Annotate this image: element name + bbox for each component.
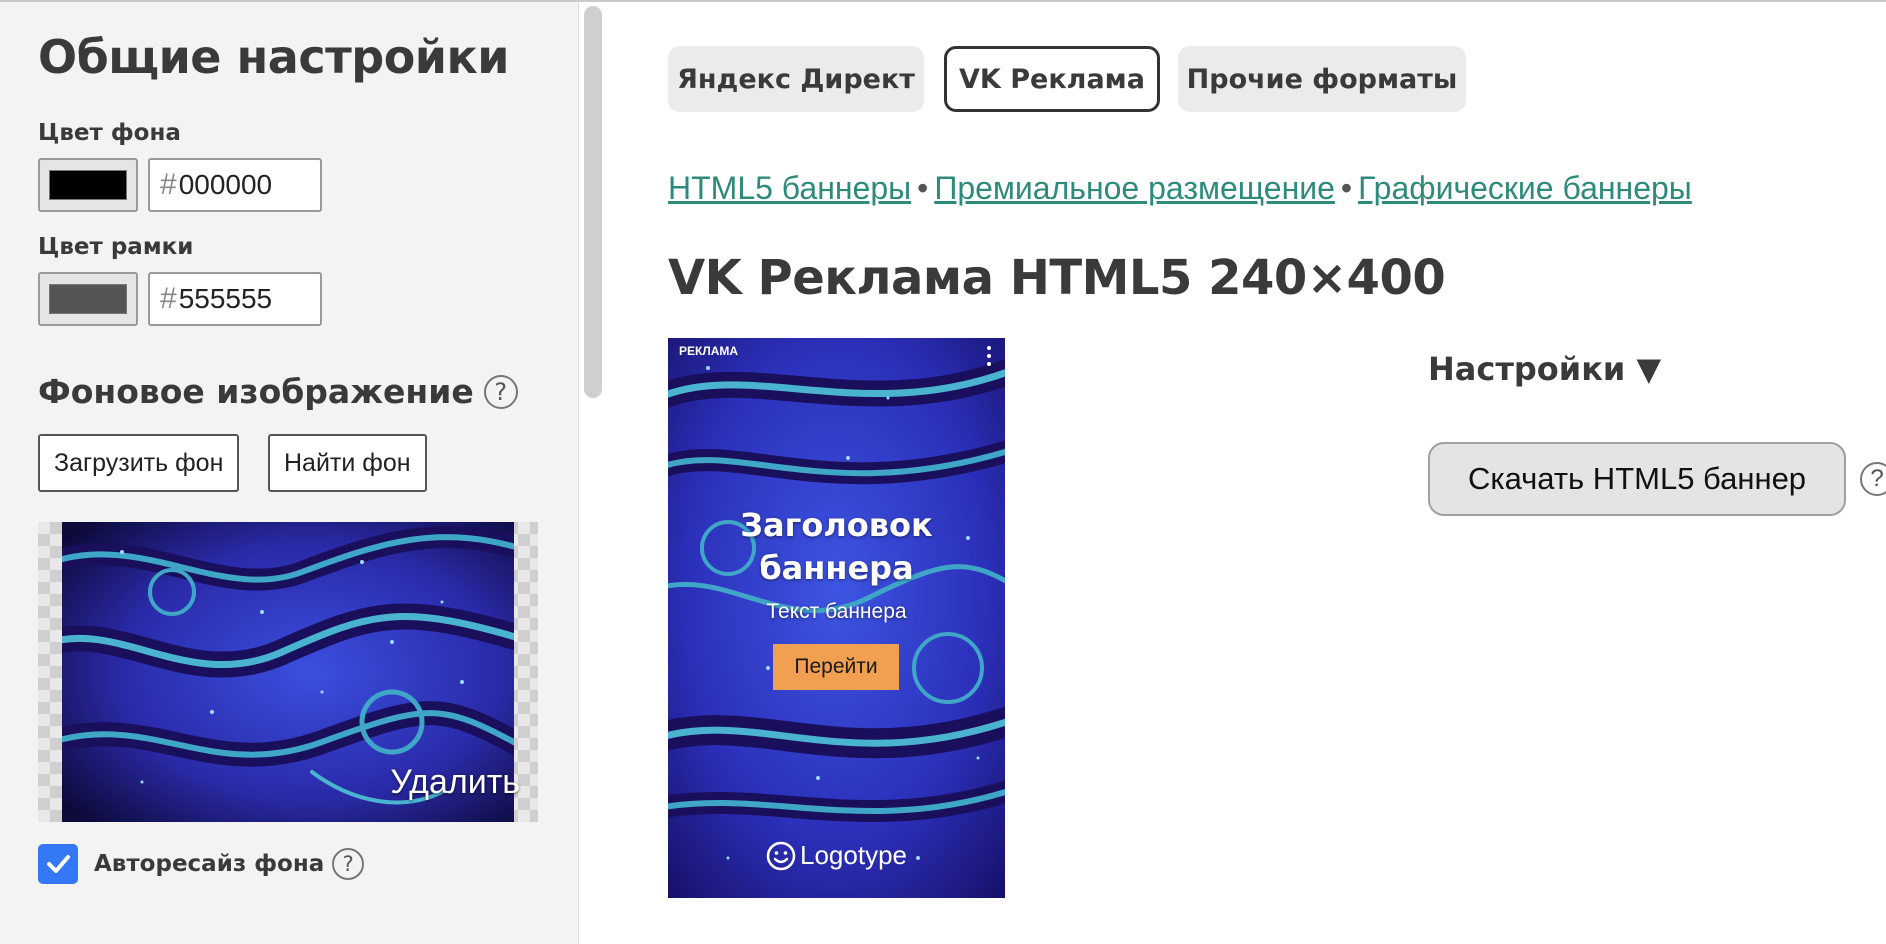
check-icon xyxy=(47,855,70,873)
format-links: HTML5 баннеры • Премиальное размещение • Гра… xyxy=(668,170,1692,207)
banner-text: Текст баннера xyxy=(766,600,907,623)
sidebar-title: Общие настройки xyxy=(38,30,510,84)
help-icon[interactable]: ? xyxy=(483,374,518,409)
app-root: Общие настройки Цвет фона # 000000 Цвет … xyxy=(0,0,1886,944)
tab-vk-reklama[interactable]: VK Реклама xyxy=(944,46,1160,112)
border-color-value: 555555 xyxy=(178,283,273,314)
autoresize-label-wrap: Авторесайз фона ? xyxy=(94,848,365,880)
link-graphic-banners[interactable]: Графические баннеры xyxy=(1358,170,1692,206)
bg-image-preview: Удалить xyxy=(38,522,538,822)
border-color-swatch[interactable] xyxy=(38,272,138,326)
link-separator: • xyxy=(1340,170,1353,206)
smiley-icon xyxy=(766,841,796,870)
bg-color-input[interactable]: # 000000 xyxy=(148,158,322,212)
banner-headline: Заголовок баннера xyxy=(740,506,933,587)
bg-image-section-title: Фоновое изображение ? xyxy=(38,372,518,411)
hash-symbol: # xyxy=(160,168,177,201)
banner-logo: Logotype xyxy=(668,840,1005,871)
bg-image-title: Фоновое изображение xyxy=(38,372,474,411)
page-title: VK Реклама HTML5 240×400 xyxy=(668,250,1446,306)
border-color-input[interactable]: # 555555 xyxy=(148,272,322,326)
download-html5-button[interactable]: Скачать HTML5 баннер xyxy=(1428,442,1846,516)
settings-toggle[interactable]: Настройки ▼ xyxy=(1428,350,1661,388)
help-icon[interactable]: ? xyxy=(1860,462,1886,496)
hash-symbol: # xyxy=(160,282,177,315)
upload-bg-button[interactable]: Загрузить фон xyxy=(38,434,240,492)
more-menu-icon[interactable] xyxy=(987,346,991,366)
border-color-preview xyxy=(49,284,127,314)
autoresize-checkbox[interactable] xyxy=(38,844,78,884)
link-separator: • xyxy=(917,170,929,206)
tab-other-formats[interactable]: Прочие форматы xyxy=(1178,46,1466,112)
bg-color-value: 000000 xyxy=(178,169,273,200)
bg-color-label: Цвет фона xyxy=(38,120,181,146)
bg-color-swatch[interactable] xyxy=(38,158,138,212)
banner-logo-text: Logotype xyxy=(800,840,907,870)
link-premium-placement[interactable]: Премиальное размещение xyxy=(934,170,1335,206)
banner-cta-button[interactable]: Перейти xyxy=(773,644,899,690)
banner-preview: РЕКЛАМА Заголовок баннера Текст баннера … xyxy=(668,338,1005,898)
border-color-label: Цвет рамки xyxy=(38,234,194,260)
tab-yandex-direct[interactable]: Яндекс Директ xyxy=(668,46,924,112)
delete-bg-button[interactable]: Удалить xyxy=(390,763,520,802)
autoresize-label: Авторесайз фона xyxy=(94,851,325,877)
ad-label: РЕКЛАМА xyxy=(679,344,739,358)
find-bg-button[interactable]: Найти фон xyxy=(268,434,427,492)
link-html5-banners[interactable]: HTML5 баннеры xyxy=(668,170,911,206)
help-icon[interactable]: ? xyxy=(332,848,365,880)
bg-color-preview xyxy=(49,170,127,200)
sidebar-scrollbar[interactable] xyxy=(584,6,602,398)
settings-sidebar: Общие настройки Цвет фона # 000000 Цвет … xyxy=(0,2,579,944)
